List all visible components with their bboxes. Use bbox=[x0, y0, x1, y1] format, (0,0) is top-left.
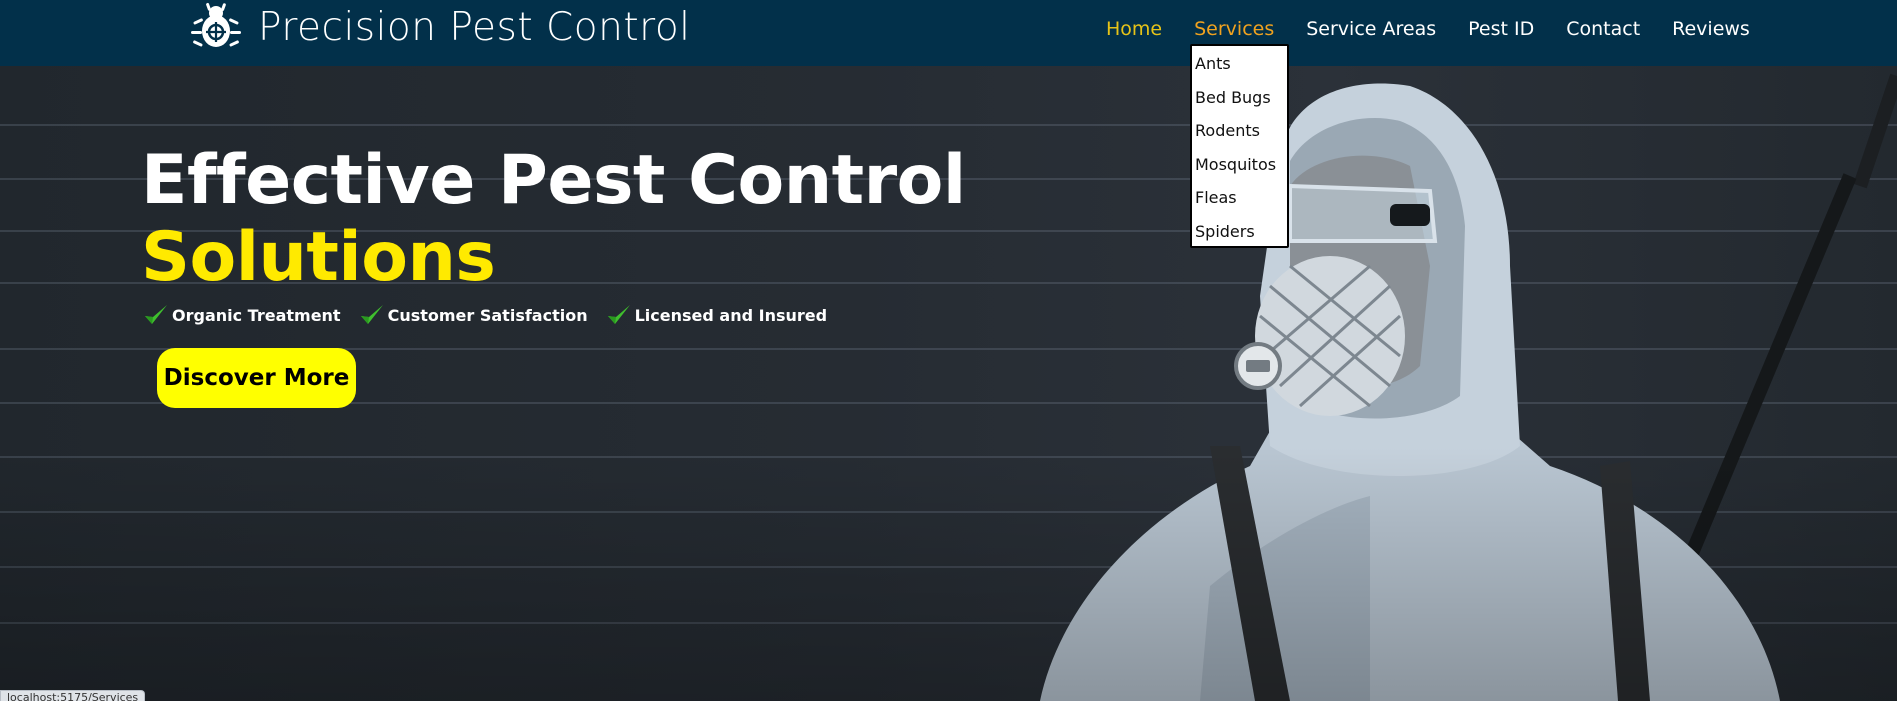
nav-reviews[interactable]: Reviews bbox=[1672, 18, 1750, 40]
hero-title: Effective Pest Control bbox=[141, 141, 966, 220]
discover-more-button[interactable]: Discover More bbox=[157, 348, 356, 408]
nav-home[interactable]: Home bbox=[1106, 18, 1162, 40]
hero-section: Effective Pest Control Solutions Organic… bbox=[0, 66, 1897, 701]
logo[interactable]: Precision Pest Control bbox=[190, 2, 691, 52]
dropdown-item-ants[interactable]: Ants bbox=[1192, 50, 1287, 84]
nav-contact[interactable]: Contact bbox=[1566, 18, 1640, 40]
check-icon bbox=[145, 305, 167, 324]
site-header: Precision Pest Control Home Services Ser… bbox=[0, 0, 1897, 66]
dropdown-item-fleas[interactable]: Fleas bbox=[1192, 184, 1287, 218]
nav-services[interactable]: Services bbox=[1194, 18, 1274, 40]
feature-label: Licensed and Insured bbox=[634, 305, 828, 325]
hero-subtitle: Solutions bbox=[141, 218, 496, 297]
dropdown-item-rodents[interactable]: Rodents bbox=[1192, 117, 1287, 151]
check-icon bbox=[607, 305, 630, 324]
feature-item: Licensed and Insured bbox=[606, 302, 827, 328]
feature-label: Organic Treatment bbox=[172, 305, 341, 325]
services-dropdown: Ants Bed Bugs Rodents Mosquitos Fleas Sp… bbox=[1190, 44, 1289, 248]
dropdown-item-mosquitos[interactable]: Mosquitos bbox=[1192, 151, 1287, 185]
main-nav: Home Services Service Areas Pest ID Cont… bbox=[1106, 18, 1750, 40]
check-icon bbox=[360, 305, 383, 324]
dropdown-item-bed-bugs[interactable]: Bed Bugs bbox=[1192, 84, 1287, 118]
feature-label: Customer Satisfaction bbox=[387, 305, 588, 325]
brand-name: Precision Pest Control bbox=[258, 4, 691, 50]
dropdown-item-spiders[interactable]: Spiders bbox=[1192, 218, 1287, 252]
nav-pest-id[interactable]: Pest ID bbox=[1468, 18, 1534, 40]
feature-item: Customer Satisfaction bbox=[359, 302, 588, 328]
status-bar-url: localhost:5175/Services bbox=[0, 690, 146, 701]
feature-item: Organic Treatment bbox=[143, 302, 341, 328]
feature-list: Organic Treatment Customer Satisfaction … bbox=[143, 302, 845, 328]
bug-target-icon bbox=[191, 2, 241, 47]
nav-service-areas[interactable]: Service Areas bbox=[1306, 18, 1436, 40]
